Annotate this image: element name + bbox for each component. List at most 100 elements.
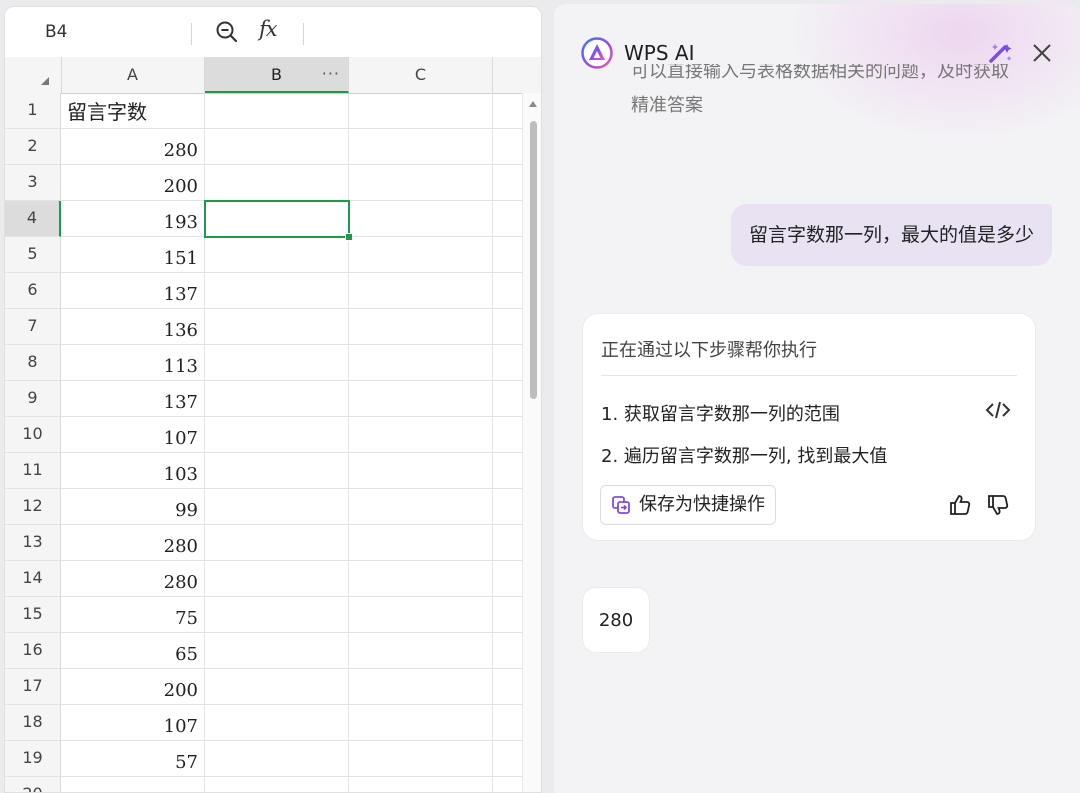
cell-a[interactable]: 137 <box>61 381 205 417</box>
cell-d[interactable] <box>493 93 525 129</box>
cell-b[interactable] <box>205 705 349 741</box>
cell-a[interactable]: 75 <box>61 597 205 633</box>
cell-a[interactable]: 107 <box>61 417 205 453</box>
row-header[interactable]: 5 <box>5 237 61 273</box>
select-all-corner[interactable] <box>5 57 62 93</box>
column-header-d[interactable] <box>493 57 525 93</box>
cell-c[interactable] <box>349 561 493 597</box>
cell-c[interactable] <box>349 93 493 129</box>
cell-d[interactable] <box>493 597 525 633</box>
cell-c[interactable] <box>349 597 493 633</box>
cell-a[interactable]: 137 <box>61 273 205 309</box>
column-header-c[interactable]: C <box>349 57 493 93</box>
row-header[interactable]: 7 <box>5 309 61 345</box>
cell-b[interactable] <box>205 525 349 561</box>
cell-d[interactable] <box>493 129 525 165</box>
cell-c[interactable] <box>349 777 493 792</box>
cell-b[interactable] <box>205 129 349 165</box>
vertical-scrollbar[interactable] <box>522 93 541 792</box>
cell-b[interactable] <box>205 777 349 792</box>
cell-c[interactable] <box>349 345 493 381</box>
cell-d[interactable] <box>493 309 525 345</box>
cell-a[interactable]: 136 <box>61 309 205 345</box>
cell-d[interactable] <box>493 417 525 453</box>
cell-c[interactable] <box>349 237 493 273</box>
row-header[interactable]: 10 <box>5 417 61 453</box>
active-cell[interactable] <box>204 200 353 241</box>
cell-c[interactable] <box>349 129 493 165</box>
row-header[interactable]: 6 <box>5 273 61 309</box>
cell-a[interactable]: 193 <box>61 201 205 237</box>
row-header[interactable]: 19 <box>5 741 61 777</box>
row-header[interactable]: 2 <box>5 129 61 165</box>
row-header[interactable]: 11 <box>5 453 61 489</box>
cell-c[interactable] <box>349 741 493 777</box>
function-icon[interactable]: fx <box>259 17 278 41</box>
cell-c[interactable] <box>349 273 493 309</box>
column-more-icon[interactable]: ··· <box>322 56 340 92</box>
cell-c[interactable] <box>349 489 493 525</box>
cell-c[interactable] <box>349 525 493 561</box>
thumbs-down-icon[interactable] <box>987 494 1009 516</box>
zoom-out-icon[interactable] <box>215 20 239 44</box>
cell-b[interactable] <box>205 453 349 489</box>
cell-a[interactable]: 200 <box>61 669 205 705</box>
cell-c[interactable] <box>349 165 493 201</box>
row-header[interactable]: 4 <box>5 201 61 237</box>
cell-c[interactable] <box>349 381 493 417</box>
cell-d[interactable] <box>493 525 525 561</box>
cell-b[interactable] <box>205 309 349 345</box>
cell-a[interactable]: 99 <box>61 489 205 525</box>
column-header-b[interactable]: B ··· <box>205 57 349 93</box>
cell-b[interactable] <box>205 669 349 705</box>
cell-a[interactable]: 280 <box>61 525 205 561</box>
cell-a[interactable]: 留言字数 <box>61 93 205 129</box>
cell-b[interactable] <box>205 633 349 669</box>
cell-b[interactable] <box>205 165 349 201</box>
row-header[interactable]: 12 <box>5 489 61 525</box>
cell-c[interactable] <box>349 633 493 669</box>
cell-d[interactable] <box>493 777 525 792</box>
cell-a[interactable] <box>61 777 205 792</box>
cell-b[interactable] <box>205 489 349 525</box>
cell-d[interactable] <box>493 165 525 201</box>
row-header[interactable]: 13 <box>5 525 61 561</box>
row-header[interactable]: 3 <box>5 165 61 201</box>
cell-b[interactable] <box>205 417 349 453</box>
row-header[interactable]: 9 <box>5 381 61 417</box>
cell-c[interactable] <box>349 309 493 345</box>
cell-b[interactable] <box>205 273 349 309</box>
row-header[interactable]: 16 <box>5 633 61 669</box>
cell-d[interactable] <box>493 489 525 525</box>
scroll-thumb[interactable] <box>530 121 537 399</box>
scroll-up-icon[interactable] <box>529 101 537 107</box>
cell-d[interactable] <box>493 453 525 489</box>
cell-a[interactable]: 280 <box>61 561 205 597</box>
code-icon[interactable] <box>985 400 1011 420</box>
cell-a[interactable]: 103 <box>61 453 205 489</box>
cell-b[interactable] <box>205 597 349 633</box>
cell-a[interactable]: 65 <box>61 633 205 669</box>
cell-a[interactable]: 151 <box>61 237 205 273</box>
name-box[interactable]: B4 <box>45 21 155 43</box>
cell-b[interactable] <box>205 561 349 597</box>
row-header[interactable]: 15 <box>5 597 61 633</box>
cell-b[interactable] <box>205 237 349 273</box>
row-header[interactable]: 8 <box>5 345 61 381</box>
cell-a[interactable]: 200 <box>61 165 205 201</box>
magic-wand-icon[interactable] <box>987 41 1015 65</box>
cell-d[interactable] <box>493 669 525 705</box>
cell-d[interactable] <box>493 381 525 417</box>
row-header[interactable]: 20 <box>5 777 61 792</box>
cell-d[interactable] <box>493 273 525 309</box>
cell-d[interactable] <box>493 705 525 741</box>
cell-c[interactable] <box>349 705 493 741</box>
cell-d[interactable] <box>493 741 525 777</box>
cell-b[interactable] <box>205 93 349 129</box>
row-header[interactable]: 14 <box>5 561 61 597</box>
cell-d[interactable] <box>493 633 525 669</box>
cell-c[interactable] <box>349 201 493 237</box>
cell-d[interactable] <box>493 345 525 381</box>
row-header[interactable]: 18 <box>5 705 61 741</box>
cell-d[interactable] <box>493 201 525 237</box>
